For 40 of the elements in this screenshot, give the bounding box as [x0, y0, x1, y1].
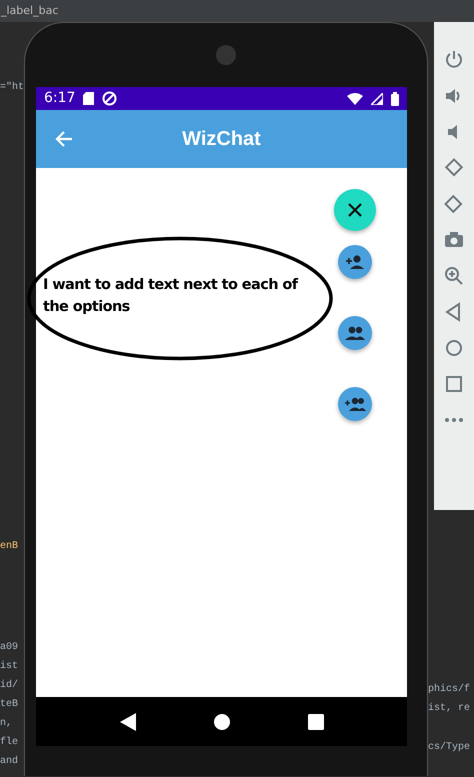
back-nav-icon[interactable] [120, 712, 136, 730]
zoom-icon[interactable] [444, 266, 464, 286]
code-text: phics/f [428, 682, 472, 697]
code-text: teB [0, 698, 20, 712]
sd-card-icon [83, 92, 94, 105]
code-text: ist [0, 660, 20, 674]
add-group-fab[interactable] [338, 387, 372, 421]
overview-icon[interactable] [444, 374, 464, 394]
close-fab[interactable] [334, 189, 376, 231]
camera-icon[interactable] [444, 230, 464, 250]
status-time: 6:17 [44, 89, 76, 108]
code-text: n, [0, 717, 14, 731]
home-icon[interactable] [444, 338, 464, 358]
close-icon [348, 203, 362, 217]
home-nav-icon[interactable] [214, 714, 230, 730]
rotate-left-icon[interactable] [444, 158, 464, 178]
battery-icon [391, 92, 399, 106]
overview-nav-icon[interactable] [308, 714, 324, 730]
back-arrow-icon[interactable] [54, 129, 74, 149]
code-text: fle [0, 736, 20, 750]
wifi-icon [347, 92, 363, 104]
app-title: WizChat [181, 127, 262, 152]
code-text: cs/Type [428, 740, 472, 755]
code-text: id/ [0, 678, 20, 693]
tab-title[interactable]: _label_bac [0, 0, 474, 22]
speaker-grille-icon [215, 44, 237, 66]
add-person-fab[interactable] [338, 245, 372, 279]
code-text: ="ht [0, 80, 24, 95]
group-fab[interactable] [338, 316, 372, 350]
signal-icon [371, 92, 383, 104]
code-text: a09 [0, 641, 20, 655]
rotate-right-icon[interactable] [444, 194, 464, 214]
add-group-icon [344, 396, 366, 412]
code-text: enB [0, 540, 20, 554]
power-icon[interactable] [444, 50, 464, 70]
annotation-text: I want to add text next to each of the options [43, 276, 300, 317]
code-text: ist, re [428, 702, 472, 716]
code-text: and [0, 754, 20, 769]
group-icon [344, 325, 366, 341]
add-person-icon [344, 254, 366, 270]
